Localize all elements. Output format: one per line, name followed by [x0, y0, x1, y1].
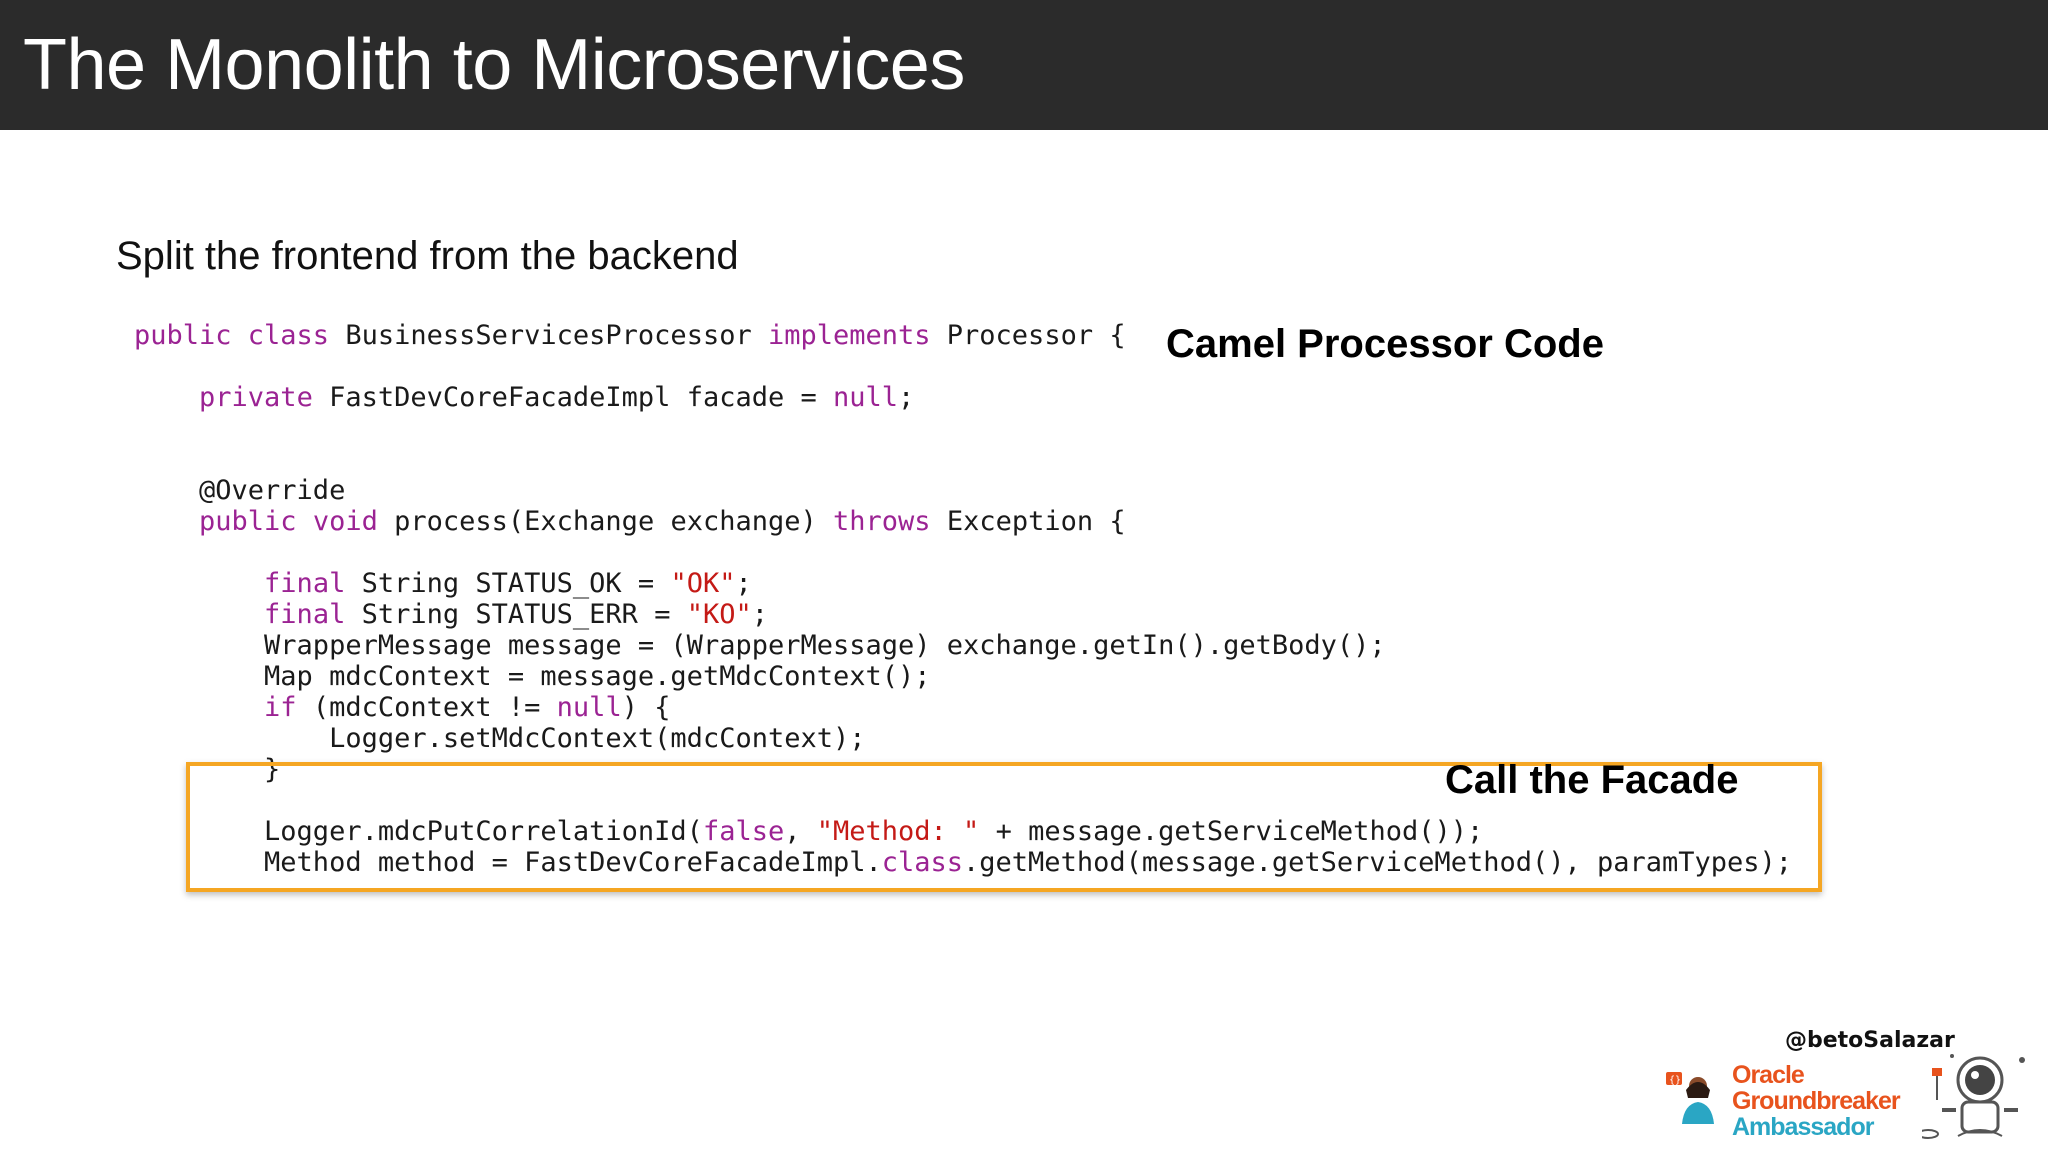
code-keyword: public class — [134, 320, 346, 351]
badge-ambassador-label: Ambassador — [1732, 1113, 1874, 1141]
badge-text: Oracle Groundbreaker Ambassador — [1732, 1061, 1901, 1141]
code-text: (mdcContext != — [312, 692, 557, 723]
ambassador-person-icon: {} — [1666, 1072, 1714, 1124]
code-text: FastDevCoreFacadeImpl facade = — [329, 382, 833, 413]
code-text: String STATUS_OK = — [361, 568, 671, 599]
code-line: Map mdcContext = message.getMdcContext()… — [134, 661, 1792, 692]
code-keyword: public void — [199, 506, 395, 537]
slide-header: The Monolith to Microservices — [0, 0, 2048, 130]
code-keyword: final — [264, 568, 362, 599]
code-keyword: private — [199, 382, 330, 413]
badge-groundbreaker-label: Groundbreaker — [1732, 1087, 1901, 1115]
call-facade-annotation: Call the Facade — [1445, 758, 1739, 802]
code-keyword: if — [264, 692, 313, 723]
code-keyword: null — [556, 692, 622, 723]
astronaut-icon — [1922, 1054, 2025, 1139]
code-text: @Override — [134, 475, 346, 506]
code-line: Logger.setMdcContext(mdcContext); — [134, 723, 1792, 754]
code-text: String STATUS_ERR = — [361, 599, 687, 630]
svg-text:{}: {} — [1669, 1075, 1681, 1086]
code-line: final String STATUS_ERR = "KO"; — [134, 599, 1792, 630]
camel-processor-annotation: Camel Processor Code — [1166, 322, 1604, 366]
slide-title: The Monolith to Microservices — [23, 25, 965, 105]
code-text: ) { — [621, 692, 671, 723]
code-line: final String STATUS_OK = "OK"; — [134, 568, 1792, 599]
code-text: WrapperMessage message = (WrapperMessage… — [134, 630, 1386, 661]
code-string: "KO" — [686, 599, 752, 630]
code-line: if (mdcContext != null) { — [134, 692, 1792, 723]
code-keyword: null — [833, 382, 899, 413]
badge-oracle-label: Oracle — [1732, 1061, 1805, 1089]
code-text: Exception { — [946, 506, 1126, 537]
code-line: WrapperMessage message = (WrapperMessage… — [134, 630, 1792, 661]
code-keyword: throws — [833, 506, 947, 537]
code-string: "OK" — [670, 568, 736, 599]
code-text: process(Exchange exchange) — [394, 506, 834, 537]
code-line: private FastDevCoreFacadeImpl facade = n… — [134, 382, 1792, 413]
code-line: public void process(Exchange exchange) t… — [134, 506, 1792, 537]
code-text: ; — [898, 382, 915, 413]
code-text: Map mdcContext = message.getMdcContext()… — [134, 661, 931, 692]
code-text: ; — [751, 599, 768, 630]
code-keyword: implements — [767, 320, 947, 351]
code-text: Processor { — [946, 320, 1126, 351]
slide-subtitle: Split the frontend from the backend — [116, 234, 739, 278]
code-line: @Override — [134, 475, 1792, 506]
code-keyword: final — [264, 599, 362, 630]
code-text: Logger.setMdcContext(mdcContext); — [134, 723, 866, 754]
code-text: ; — [735, 568, 752, 599]
groundbreaker-ambassador-badge: {} Oracle Groundbreaker Ambassador — [1664, 1054, 2034, 1148]
code-text: BusinessServicesProcessor — [345, 320, 768, 351]
